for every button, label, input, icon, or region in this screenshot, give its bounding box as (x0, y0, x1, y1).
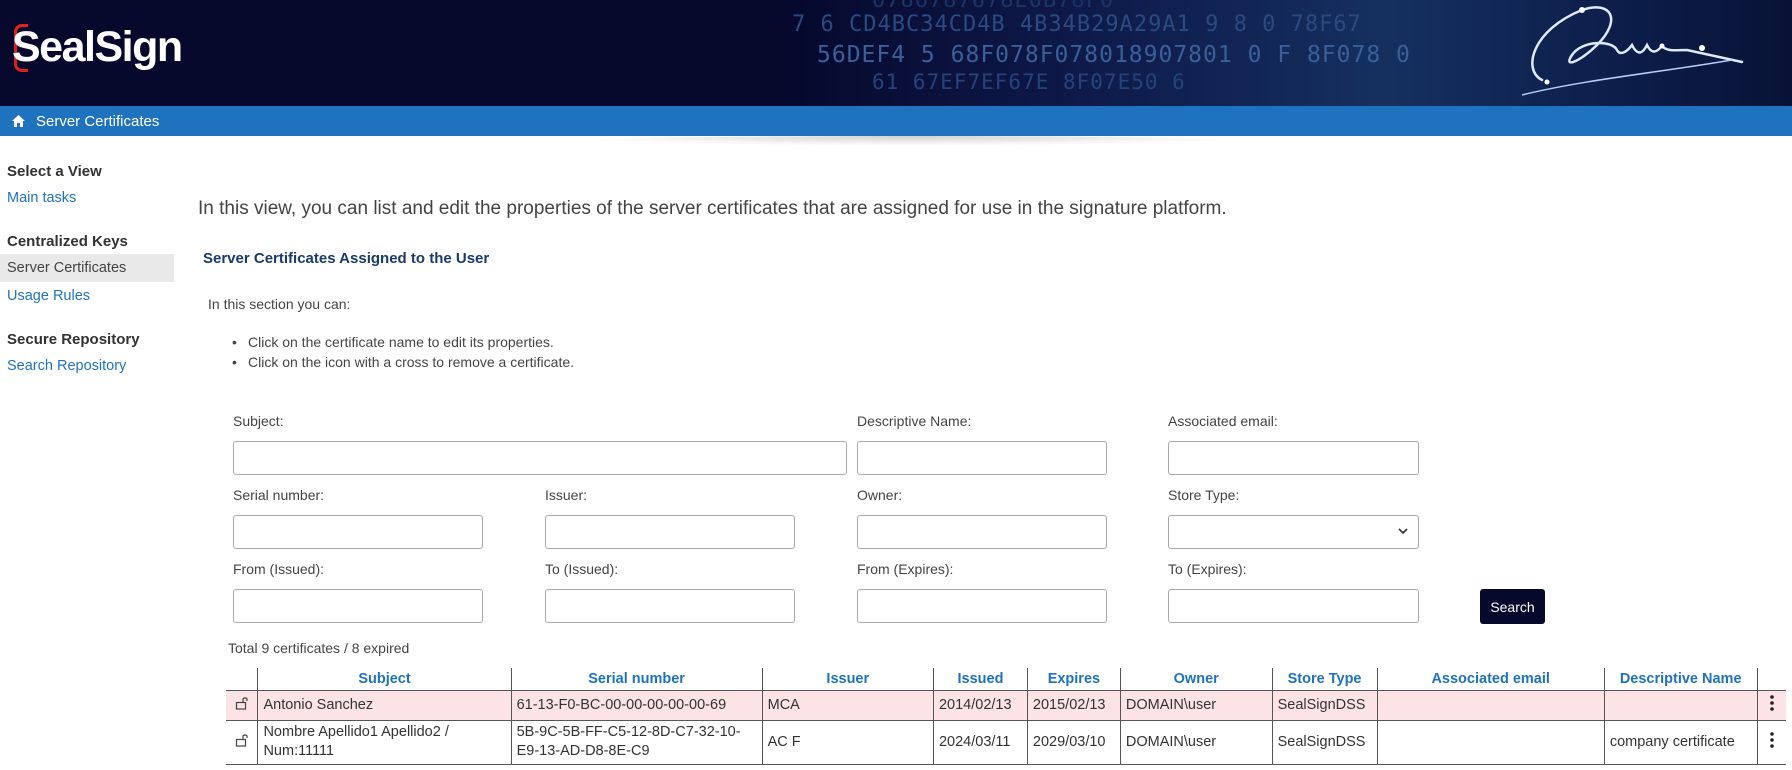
subject-label: Subject: (233, 413, 284, 429)
menu-column-header (1756, 668, 1786, 691)
serial-number-cell[interactable]: 61-13-F0-BC-00-00-00-00-00-69 (510, 690, 763, 721)
sidebar-heading: Centralized Keys (7, 233, 128, 250)
breadcrumb-bar: Server Certificates (0, 106, 1792, 136)
table-row: Nombre Apellido1 Apellido2 / Num:11111 5… (226, 720, 1786, 765)
serial-number-label: Serial number: (233, 487, 325, 503)
lock-column-header (226, 668, 258, 691)
subject-line: Num:11111 (263, 743, 335, 759)
column-header-expires[interactable]: Expires (1026, 668, 1121, 691)
descriptive-name-label: Descriptive Name: (857, 413, 972, 429)
from-expires-label: From (Expires): (857, 561, 954, 577)
subject-cell[interactable]: Nombre Apellido1 Apellido2 / Num:11111 (257, 720, 512, 765)
section-intro: In this section you can: (208, 296, 351, 312)
column-header-owner[interactable]: Owner (1119, 668, 1273, 691)
column-header-descriptive-name[interactable]: Descriptive Name (1603, 668, 1757, 691)
unlock-icon[interactable] (226, 690, 258, 721)
certificate-count: Total 9 certificates / 8 expired (228, 640, 410, 656)
column-header-subject[interactable]: Subject (257, 668, 512, 691)
associated-email-cell (1376, 720, 1605, 765)
associated-email-label: Associated email: (1168, 413, 1278, 429)
owner-cell: DOMAIN\user (1119, 720, 1273, 765)
descriptive-name-cell (1603, 690, 1757, 721)
issued-cell: 2014/02/13 (932, 690, 1028, 721)
serial-line: 5B-9C-5B-FF-C5-12-8D-C7-32-10- (516, 724, 741, 740)
logo-text: SealSign (12, 22, 183, 71)
expires-cell: 2029/03/10 (1026, 720, 1121, 765)
hex-text-line: 56DEF4 5 68F078F078018907801 0 F 8F078 0 (817, 42, 1411, 68)
serial-number-input[interactable] (233, 515, 483, 549)
subject-input[interactable] (233, 441, 847, 475)
column-header-associated-email[interactable]: Associated email (1376, 668, 1605, 691)
owner-label: Owner: (857, 487, 903, 503)
issuer-cell: AC F (761, 720, 934, 765)
nav-shadow (560, 136, 1260, 146)
section-title: Server Certificates Assigned to the User (203, 250, 490, 267)
descriptive-name-input[interactable] (857, 441, 1107, 475)
sealsign-logo[interactable]: SealSign (12, 22, 183, 72)
descriptive-name-cell: company certificate (1603, 720, 1757, 765)
to-issued-label: To (Issued): (545, 561, 619, 577)
subject-line: Nombre Apellido1 Apellido2 / (263, 724, 449, 740)
store-type-cell: SealSignDSS (1271, 690, 1378, 721)
sidebar-item-usage-rules[interactable]: Usage Rules (0, 282, 174, 310)
issuer-label: Issuer: (545, 487, 588, 503)
breadcrumb-current: Server Certificates (36, 112, 160, 130)
sidebar: Select a View Main tasks Centralized Key… (0, 160, 174, 380)
associated-email-input[interactable] (1168, 441, 1419, 475)
search-button[interactable]: Search (1480, 589, 1545, 624)
chevron-down-icon (1398, 524, 1408, 538)
store-type-select[interactable] (1168, 515, 1419, 549)
from-expires-input[interactable] (857, 589, 1107, 623)
header-banner: 0786787678E0B78F0 7 6 CD4BC34CD4B 4B34B2… (782, 0, 1792, 106)
serial-line: E9-13-AD-D8-8E-C9 (516, 743, 650, 759)
associated-email-cell (1376, 690, 1605, 721)
owner-cell: DOMAIN\user (1119, 690, 1273, 721)
column-header-issued[interactable]: Issued (932, 668, 1028, 691)
expires-cell: 2015/02/13 (1026, 690, 1121, 721)
to-issued-input[interactable] (545, 589, 795, 623)
store-type-cell: SealSignDSS (1271, 720, 1378, 765)
page-description: In this view, you can list and edit the … (198, 198, 1227, 219)
signature-graphic (1521, 6, 1744, 96)
certificates-table: Subject Serial number Issuer Issued Expi… (226, 668, 1786, 765)
instruction-item: Click on the certificate name to edit it… (232, 332, 574, 352)
home-icon[interactable] (0, 106, 36, 136)
column-header-issuer[interactable]: Issuer (761, 668, 934, 691)
table-row: Antonio Sanchez 61-13-F0-BC-00-00-00-00-… (226, 690, 1786, 721)
sidebar-item-main-tasks[interactable]: Main tasks (0, 184, 174, 212)
store-type-label: Store Type: (1168, 487, 1240, 503)
hex-text-line: 7 6 CD4BC34CD4B 4B34B29A29A1 9 8 0 78F67 (792, 12, 1362, 37)
sidebar-heading: Select a View (7, 163, 102, 180)
from-issued-label: From (Issued): (233, 561, 325, 577)
instruction-item: Click on the icon with a cross to remove… (232, 352, 574, 372)
issued-cell: 2024/03/11 (932, 720, 1028, 765)
column-header-store-type[interactable]: Store Type (1271, 668, 1378, 691)
to-expires-input[interactable] (1168, 589, 1419, 623)
issuer-input[interactable] (545, 515, 795, 549)
to-expires-label: To (Expires): (1168, 561, 1247, 577)
serial-number-cell[interactable]: 5B-9C-5B-FF-C5-12-8D-C7-32-10- E9-13-AD-… (510, 720, 763, 765)
instruction-list: Click on the certificate name to edit it… (232, 332, 574, 372)
more-vertical-icon[interactable] (1756, 690, 1786, 721)
table-header-row: Subject Serial number Issuer Issued Expi… (226, 668, 1786, 691)
owner-input[interactable] (857, 515, 1107, 549)
unlock-icon[interactable] (226, 720, 258, 765)
sidebar-heading: Secure Repository (7, 331, 140, 348)
hex-text-line: 61 67EF7EF67E 8F07E50 6 (872, 70, 1186, 94)
issuer-cell: MCA (761, 690, 934, 721)
app-header: 0786787678E0B78F0 7 6 CD4BC34CD4B 4B34B2… (0, 0, 1792, 106)
sidebar-item-search-repository[interactable]: Search Repository (0, 352, 174, 380)
from-issued-input[interactable] (233, 589, 483, 623)
more-vertical-icon[interactable] (1756, 720, 1786, 765)
column-header-serial-number[interactable]: Serial number (510, 668, 763, 691)
sidebar-item-server-certificates[interactable]: Server Certificates (0, 254, 174, 282)
subject-cell[interactable]: Antonio Sanchez (257, 690, 512, 721)
